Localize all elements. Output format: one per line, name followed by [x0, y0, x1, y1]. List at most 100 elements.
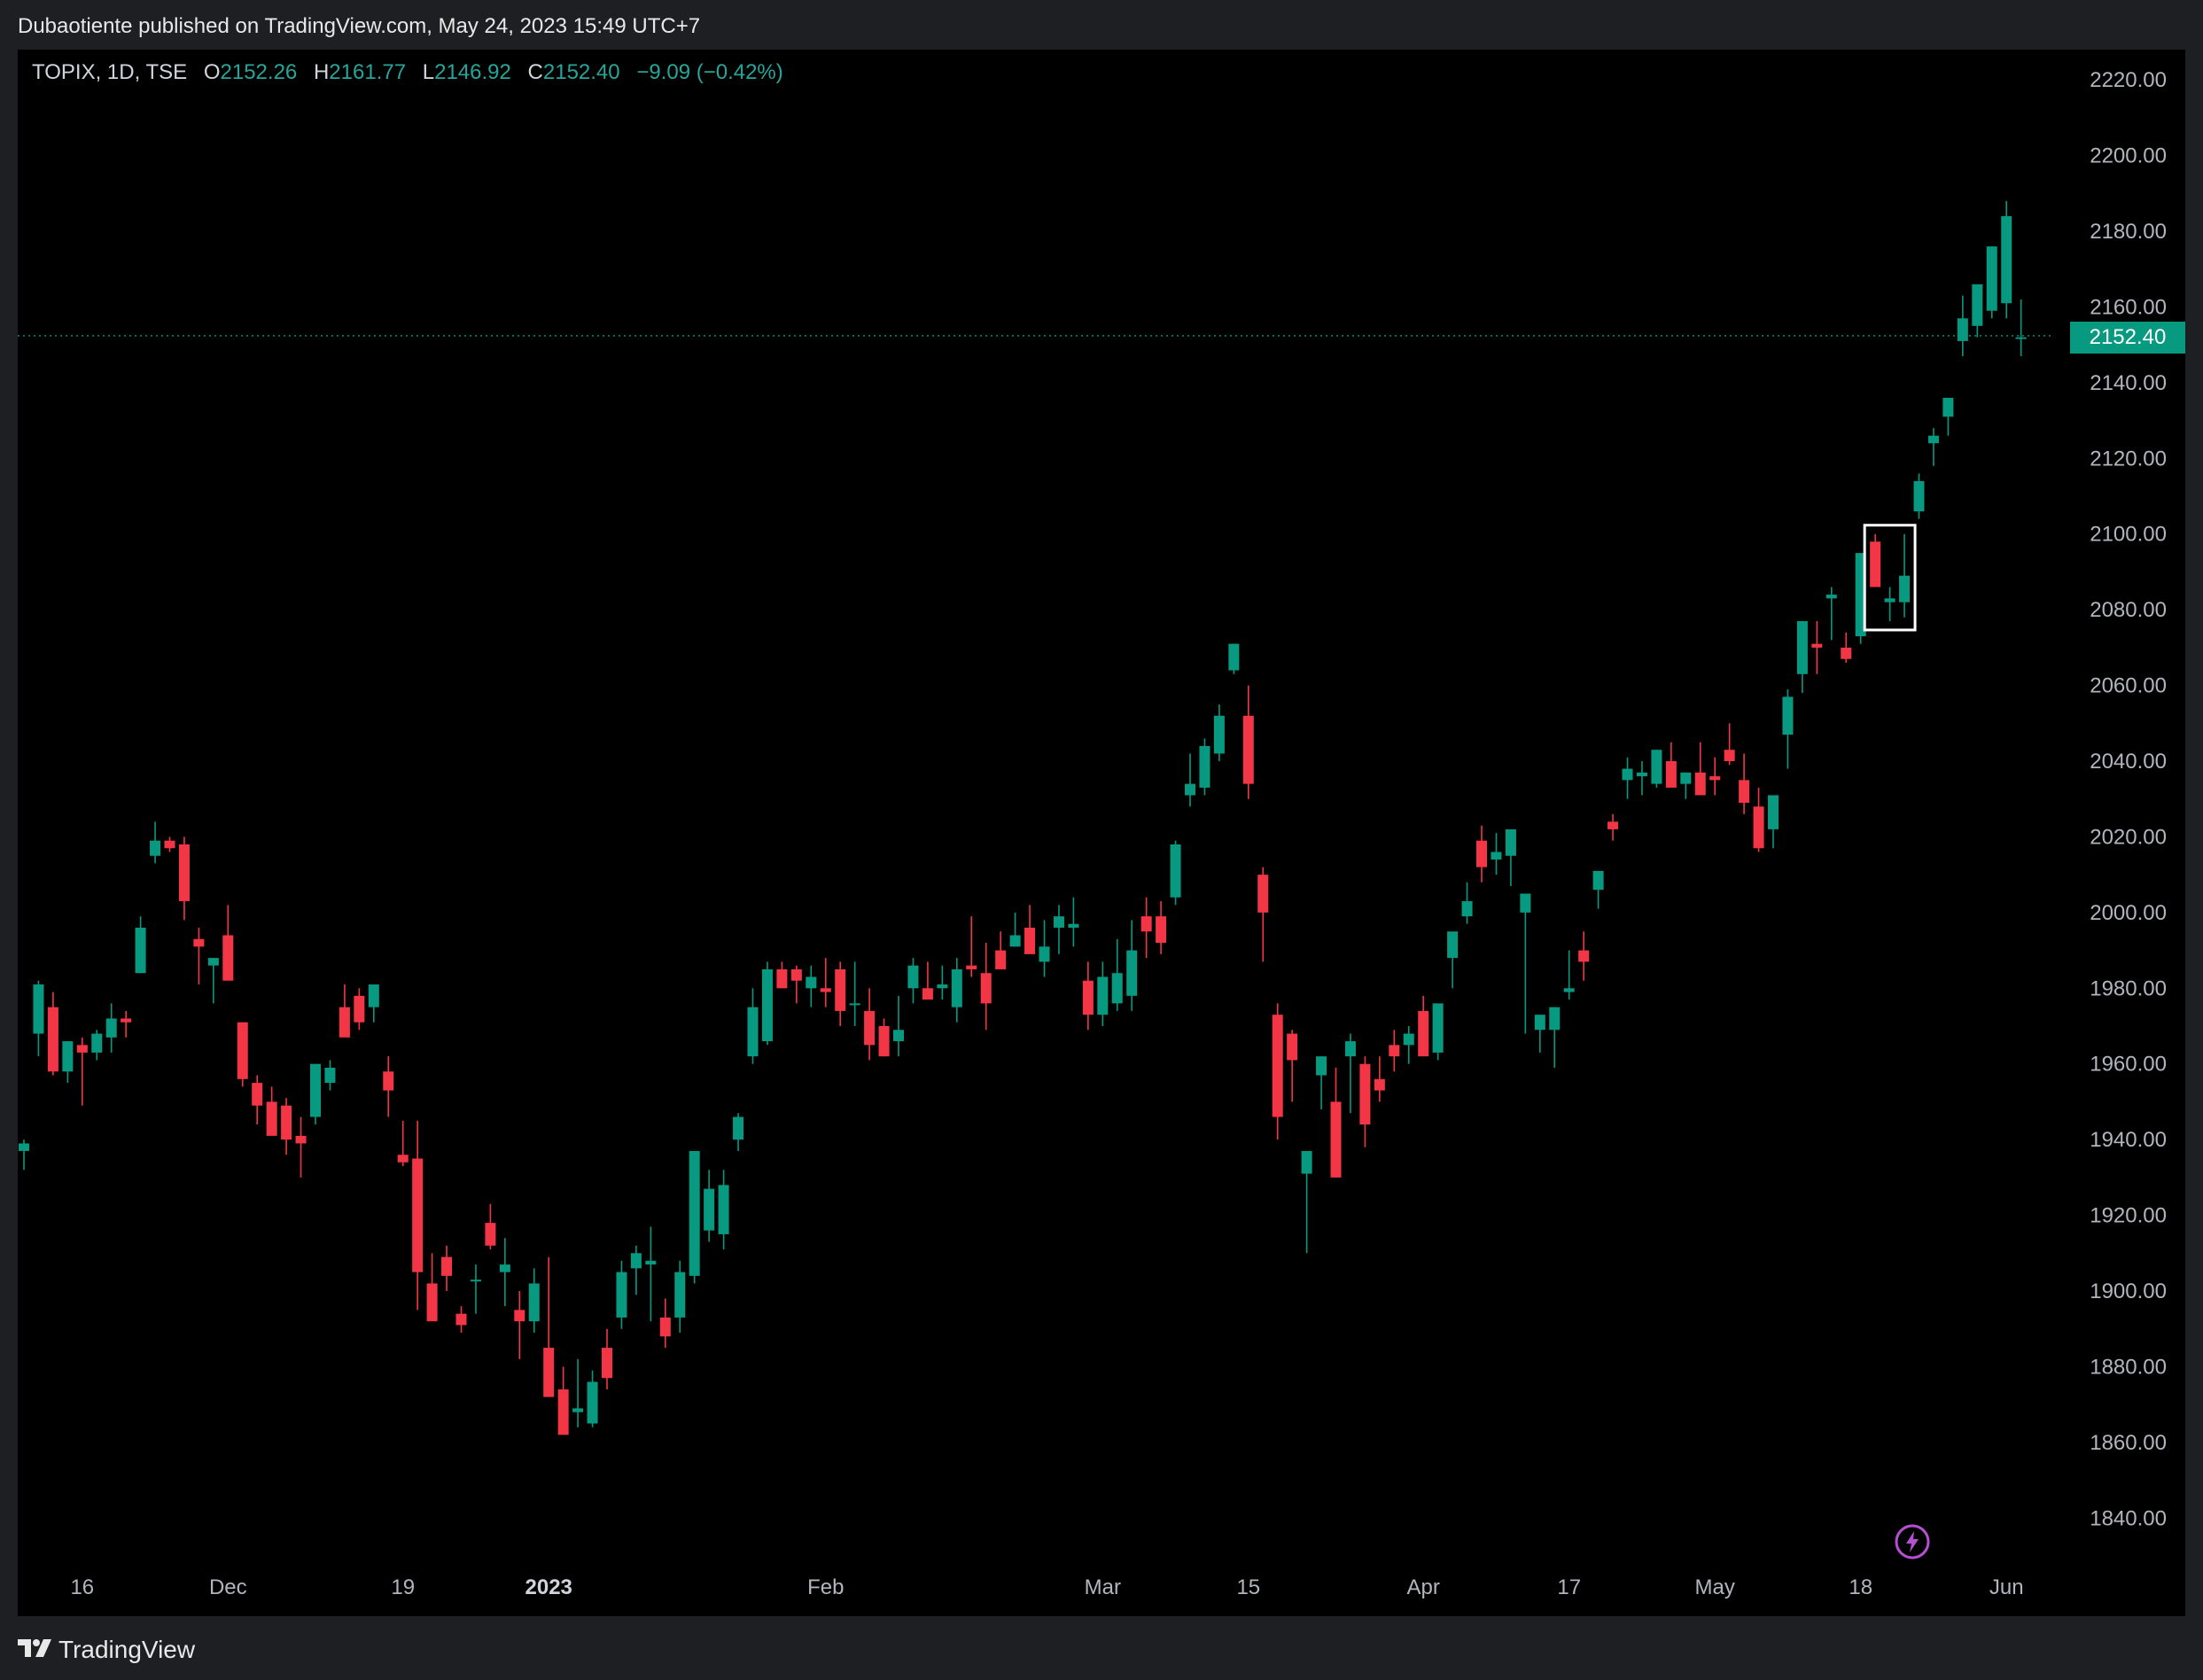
candle-body	[645, 1260, 657, 1265]
y-tick-label: 2180.00	[2090, 220, 2167, 244]
candle-body	[1272, 1015, 1283, 1117]
candle-body	[1403, 1033, 1414, 1046]
candle-body	[951, 968, 962, 1007]
candle-body	[1170, 844, 1181, 898]
candle-body	[33, 984, 44, 1034]
candle-body	[878, 1026, 890, 1057]
candle-body	[1651, 750, 1662, 784]
candle-body	[514, 1310, 525, 1322]
candle-body	[893, 1030, 904, 1042]
candle-body	[1461, 901, 1473, 917]
candle-body	[135, 927, 146, 974]
candle-body	[470, 1279, 481, 1282]
x-tick-label: Feb	[807, 1575, 844, 1599]
candle-body	[572, 1408, 584, 1412]
lightning-icon[interactable]	[1895, 1524, 1930, 1559]
candle-body	[1739, 780, 1750, 803]
candle-body	[1899, 575, 1911, 603]
candle-body	[1913, 480, 1925, 512]
close-label: C	[527, 60, 543, 84]
x-tick-label: Apr	[1407, 1575, 1440, 1599]
x-tick-label: 2023	[525, 1575, 572, 1599]
candle-body	[1199, 745, 1210, 788]
candle-body	[76, 1045, 88, 1053]
candlestick-chart[interactable]: 2220.00 2200.00 2180.00 2160.00 2140.00 2120.…	[18, 50, 2185, 1616]
candle-body	[1709, 776, 1721, 781]
candle-body	[1418, 1010, 1429, 1057]
y-tick-label: 2120.00	[2090, 447, 2167, 471]
change-value: −9.09 (−0.42%)	[636, 60, 783, 84]
candle-body	[295, 1135, 307, 1144]
footer: TradingView	[0, 1616, 2203, 1680]
candle-body	[864, 1010, 876, 1046]
low-value: 2146.92	[434, 60, 511, 84]
candle-body	[339, 1007, 350, 1038]
y-tick-label: 1980.00	[2090, 976, 2167, 1000]
candle-body	[252, 1083, 263, 1106]
candle-body	[310, 1063, 321, 1117]
candle-body	[1724, 750, 1735, 762]
candle-body	[776, 968, 788, 989]
candle-body	[1374, 1078, 1385, 1091]
symbol-info: TOPIX, 1D, TSE	[32, 60, 188, 84]
candle-body	[1796, 620, 1808, 674]
tradingview-brand[interactable]: TradingView	[58, 1636, 195, 1664]
y-tick-label: 2200.00	[2090, 144, 2167, 168]
candle-body	[1068, 923, 1079, 928]
y-tick-label: 2060.00	[2090, 674, 2167, 698]
candle-body	[1301, 1150, 1312, 1174]
candle-body	[1432, 1003, 1444, 1053]
chart-area[interactable]: 2220.00 2200.00 2180.00 2160.00 2140.00 2120.…	[18, 50, 2185, 1616]
candle-body	[1782, 696, 1794, 735]
candle-body	[1942, 397, 1954, 417]
publish-header: Dubaotiente published on TradingView.com…	[0, 0, 2203, 50]
candle-body	[1126, 950, 1138, 996]
y-tick-label: 2000.00	[2090, 901, 2167, 925]
candle-body	[587, 1381, 598, 1424]
publish-info: Dubaotiente published on TradingView.com…	[18, 14, 701, 38]
candle-body	[397, 1155, 409, 1163]
candle-body	[1927, 435, 1939, 444]
candle-body	[266, 1101, 277, 1136]
candle-body	[907, 965, 919, 989]
candle-body	[704, 1188, 715, 1231]
open-value: 2152.26	[220, 60, 298, 84]
candle-body	[1636, 772, 1647, 777]
candle-body	[354, 995, 365, 1023]
candle-body	[1228, 643, 1240, 671]
candle-body	[178, 844, 190, 902]
candle-body	[849, 1003, 860, 1006]
candle-body	[19, 1143, 29, 1151]
candle-body	[441, 1256, 453, 1276]
x-tick-label: 16	[70, 1575, 94, 1599]
candle-body	[1534, 1015, 1545, 1031]
x-tick-label: Dec	[209, 1575, 247, 1599]
tradingview-logo-icon[interactable]	[18, 1637, 53, 1659]
high-label: H	[313, 60, 330, 84]
candle-body	[1053, 916, 1064, 928]
candle-body	[2015, 337, 2027, 339]
candle-body	[674, 1272, 686, 1318]
y-tick-label: 2220.00	[2090, 68, 2167, 92]
y-tick-label: 2100.00	[2090, 523, 2167, 547]
candle-body	[1389, 1045, 1400, 1057]
candle-body	[806, 976, 817, 989]
y-tick-label: 1960.00	[2090, 1053, 2167, 1077]
candle-body	[499, 1264, 510, 1272]
candle-body	[368, 984, 379, 1007]
candle-body	[1957, 318, 1968, 341]
candle-body	[1665, 761, 1677, 788]
candle-body	[659, 1317, 671, 1337]
candle-body	[150, 840, 161, 856]
candle-body	[222, 935, 234, 981]
candle-body	[91, 1033, 103, 1053]
candle-body	[761, 968, 773, 1042]
x-tick-label: Jun	[1989, 1575, 2024, 1599]
symbol-legend: TOPIX, 1D, TSE O2152.26 H2161.77 L2146.9…	[32, 60, 783, 85]
candle-body	[1009, 935, 1021, 947]
y-tick-label: 1940.00	[2090, 1128, 2167, 1152]
candle-body	[543, 1348, 555, 1397]
candle-body	[1680, 772, 1692, 784]
candle-body	[966, 965, 977, 969]
candle-body	[1476, 840, 1487, 867]
